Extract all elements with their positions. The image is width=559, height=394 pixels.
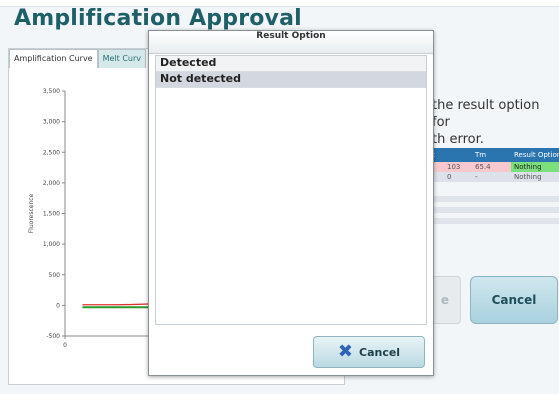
tab-melt-curve[interactable]: Melt Curv: [97, 49, 147, 68]
page-title: Amplification Approval: [14, 6, 302, 31]
y-tick-label: 500: [49, 272, 61, 279]
dialog-cancel-label: Cancel: [359, 345, 401, 359]
empty-row: [430, 207, 559, 213]
column-header-tm: Tm: [475, 151, 487, 159]
page-cancel-button[interactable]: Cancel: [470, 276, 558, 324]
dialog-cancel-button[interactable]: ✖ Cancel: [313, 336, 425, 368]
dialog-title: Result Option: [149, 31, 433, 54]
y-tick-label: -500: [46, 333, 60, 340]
approve-button[interactable]: e: [430, 276, 461, 324]
tab-amplification-curve[interactable]: Amplification Curve: [9, 49, 98, 68]
cell-ct-value: 103: [447, 163, 461, 171]
table-header: t Tm Result Option: [430, 148, 559, 162]
instruction-line-1: the result option for: [432, 98, 540, 130]
x-tick-label: 0: [63, 342, 67, 349]
result-option-dialog: Result Option Detected Not detected ✖ Ca…: [148, 30, 434, 376]
y-tick-label: 2,500: [43, 149, 60, 156]
empty-row: [430, 196, 559, 202]
cell-result-option: Nothing: [514, 173, 542, 181]
y-tick-label: 3,500: [43, 88, 60, 95]
y-tick-label: 3,000: [43, 119, 60, 126]
table-row[interactable]: 0 - Nothing: [430, 172, 559, 182]
table-empty-rows: [430, 196, 559, 229]
y-tick-label: 0: [56, 302, 60, 309]
table-row[interactable]: 103 65.4 Nothing: [430, 162, 559, 172]
column-header-result-option: Result Option: [514, 151, 559, 159]
y-axis-label: Fluorescence: [28, 193, 35, 233]
instruction-text: the result option for th error.: [432, 97, 559, 148]
empty-row: [430, 218, 559, 224]
y-tick-label: 2,000: [43, 180, 60, 187]
cell-tm: -: [475, 173, 478, 181]
cell-tm: 65.4: [475, 163, 491, 171]
y-tick-label: 1,500: [43, 211, 60, 218]
x-icon: ✖: [337, 341, 353, 362]
option-detected[interactable]: Detected: [156, 56, 426, 72]
cell-ct-value: 0: [447, 173, 452, 181]
cell-result-option: Nothing: [511, 162, 559, 172]
option-list: Detected Not detected: [155, 55, 427, 325]
option-not-detected[interactable]: Not detected: [156, 72, 426, 88]
instruction-line-2: th error.: [432, 132, 484, 147]
chart-tabs: Amplification Curve Melt Curv: [9, 49, 147, 69]
result-table: t Tm Result Option 103 65.4 Nothing 0 - …: [430, 148, 559, 182]
y-tick-label: 1,000: [43, 241, 60, 248]
